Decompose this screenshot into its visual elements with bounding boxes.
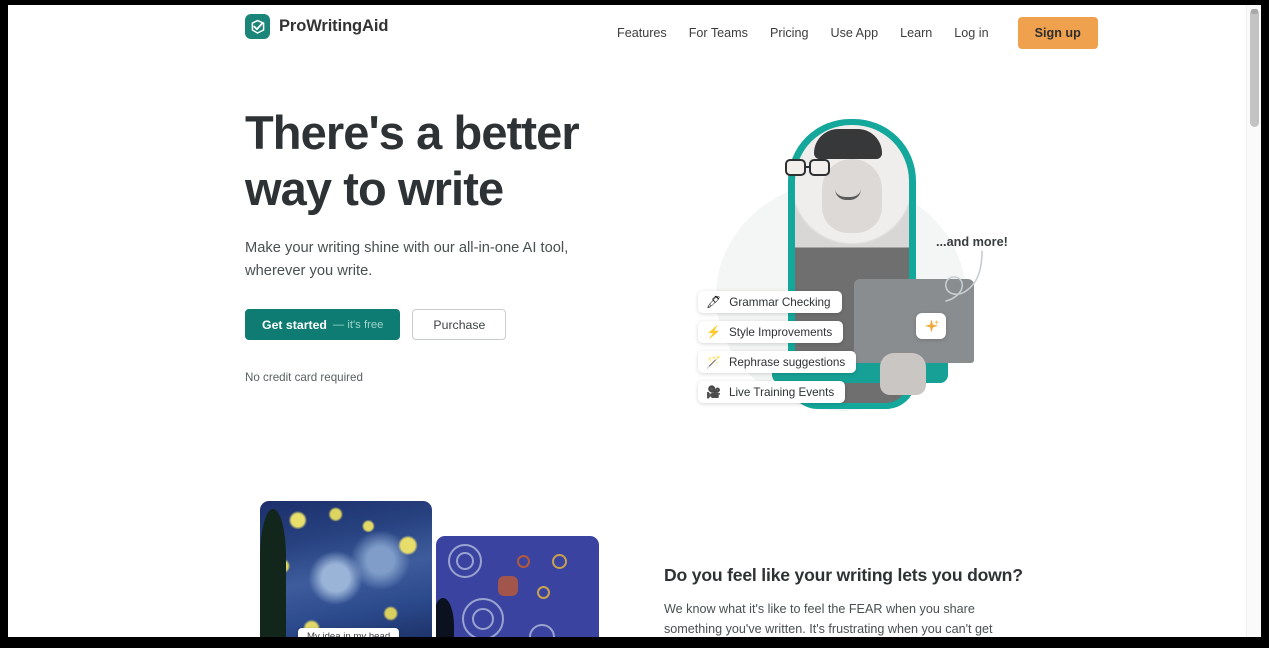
crude-star-shape bbox=[537, 586, 550, 599]
sign-up-button[interactable]: Sign up bbox=[1017, 17, 1098, 49]
cypress-tree-shape bbox=[260, 509, 286, 637]
crude-drawing-image bbox=[436, 536, 599, 637]
and-more-label: ...and more! bbox=[936, 235, 1008, 249]
crude-spiral-shape bbox=[456, 552, 474, 570]
crude-spiral-shape bbox=[529, 624, 555, 637]
feature-pill-live-training-events: 🎥 Live Training Events bbox=[698, 381, 846, 403]
feature-pill-label: Rephrase suggestions bbox=[728, 355, 846, 369]
nav-item-features[interactable]: Features bbox=[606, 20, 678, 46]
artwork-caption: My idea in my head bbox=[298, 628, 400, 637]
screen: ProWritingAid Features For Teams Pricing… bbox=[0, 0, 1269, 648]
crude-moon-shape bbox=[498, 576, 518, 596]
section-two-body: We know what it's like to feel the FEAR … bbox=[664, 602, 993, 636]
hero-disclaimer: No credit card required bbox=[245, 371, 363, 384]
feature-pill-label: Live Training Events bbox=[728, 385, 835, 399]
feature-pill-grammar-checking: 🖋 Grammar Checking bbox=[698, 291, 842, 313]
video-camera-icon: 🎥 bbox=[706, 385, 721, 399]
get-started-label: Get started bbox=[262, 317, 327, 332]
browser-viewport: ProWritingAid Features For Teams Pricing… bbox=[8, 5, 1261, 637]
brand-name: ProWritingAid bbox=[279, 17, 389, 35]
hero-copy: There's a better way to write Make your … bbox=[245, 105, 605, 384]
nav-item-use-app[interactable]: Use App bbox=[819, 20, 889, 46]
eyeglass-right bbox=[809, 159, 830, 176]
starry-night-painting-image bbox=[260, 501, 432, 637]
hero-illustration: ...and more! 🖋 Grammar Checking ⚡ Style … bbox=[668, 105, 1028, 445]
feature-pill-label: Grammar Checking bbox=[729, 295, 831, 309]
magic-wand-icon: 🪄 bbox=[706, 355, 721, 369]
section-two-copy: Do you feel like your writing lets you d… bbox=[664, 565, 1024, 637]
crude-star-shape bbox=[552, 554, 567, 569]
hero-cta-group: Get started — it's free Purchase bbox=[245, 309, 605, 340]
crude-star-shape bbox=[517, 555, 530, 568]
nav-item-for-teams[interactable]: For Teams bbox=[678, 20, 759, 46]
window-chrome-bottom bbox=[0, 637, 1269, 648]
writing-lets-you-down-section: My idea in my head Do you feel like your… bbox=[8, 461, 1246, 637]
eyeglass-left bbox=[785, 159, 806, 176]
page-scrollbar[interactable] bbox=[1246, 5, 1261, 637]
scrollbar-thumb-cap bbox=[1251, 9, 1258, 14]
web-page: ProWritingAid Features For Teams Pricing… bbox=[8, 5, 1246, 637]
lightning-bolt-icon: ⚡ bbox=[706, 325, 721, 339]
feather-pen-icon: 🖋 bbox=[706, 295, 722, 309]
hero-section: There's a better way to write Make your … bbox=[8, 61, 1246, 461]
hero-subtitle: Make your writing shine with our all-in-… bbox=[245, 240, 569, 279]
purchase-button[interactable]: Purchase bbox=[412, 309, 507, 340]
nav-item-pricing[interactable]: Pricing bbox=[759, 20, 820, 46]
person-hair bbox=[814, 129, 882, 159]
feature-pill-rephrase-suggestions: 🪄 Rephrase suggestions bbox=[698, 351, 857, 373]
nav-item-learn[interactable]: Learn bbox=[889, 20, 943, 46]
feature-pill-style-improvements: ⚡ Style Improvements bbox=[698, 321, 844, 343]
hero-title: There's a better way to write bbox=[245, 106, 580, 215]
scrollbar-thumb[interactable] bbox=[1250, 9, 1259, 127]
prowritingaid-logo-icon bbox=[245, 14, 270, 39]
feature-pill-label: Style Improvements bbox=[728, 325, 833, 339]
main-nav: Features For Teams Pricing Use App Learn… bbox=[606, 5, 1098, 61]
artwork-comparison: My idea in my head bbox=[254, 501, 599, 637]
nav-item-log-in[interactable]: Log in bbox=[943, 20, 999, 46]
crude-cypress-tree-shape bbox=[436, 598, 454, 637]
get-started-button[interactable]: Get started — it's free bbox=[245, 309, 401, 340]
get-started-note: — it's free bbox=[332, 318, 384, 331]
site-header: ProWritingAid Features For Teams Pricing… bbox=[8, 5, 1246, 61]
brand-logo-link[interactable]: ProWritingAid bbox=[245, 14, 388, 39]
section-two-title: Do you feel like your writing lets you d… bbox=[664, 565, 1023, 585]
feature-pill-list: 🖋 Grammar Checking ⚡ Style Improvements … bbox=[698, 291, 968, 411]
crude-spiral-shape bbox=[472, 608, 494, 630]
window-chrome-left bbox=[0, 0, 8, 648]
eyeglass-bridge bbox=[806, 166, 810, 168]
